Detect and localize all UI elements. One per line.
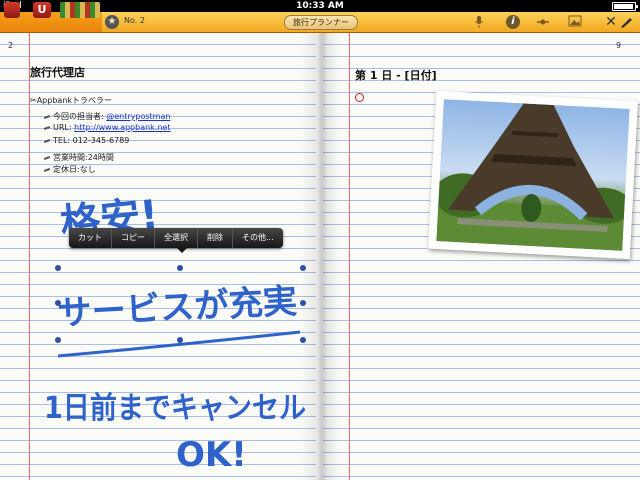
day-heading: 第 1 日 - [日付] xyxy=(355,69,437,82)
handwriting-line-4: OK! xyxy=(176,435,247,475)
handwriting-line-2: サービスが充実 xyxy=(56,281,298,334)
selection-handle[interactable] xyxy=(55,300,61,306)
menu-item-cut[interactable]: カット xyxy=(69,228,112,248)
handwriting-line-3: 1日前までキャンセル xyxy=(44,391,306,426)
selection-handle[interactable] xyxy=(300,300,306,306)
menu-item-select-all[interactable]: 全選択 xyxy=(155,228,198,248)
selection-handle[interactable] xyxy=(300,265,306,271)
pen-mark-icon xyxy=(355,93,364,102)
menu-item-more[interactable]: その他... xyxy=(233,228,283,248)
menu-item-delete[interactable]: 削除 xyxy=(198,228,233,248)
selection-handle[interactable] xyxy=(55,337,61,343)
eiffel-tower-photo xyxy=(436,99,630,251)
menu-item-copy[interactable]: コピー xyxy=(112,228,155,248)
context-menu-arrow xyxy=(177,248,187,253)
selection-handle[interactable] xyxy=(177,265,183,271)
photo-frame[interactable] xyxy=(428,90,638,260)
handwriting-underline xyxy=(57,330,301,358)
selection-handle[interactable] xyxy=(300,337,306,343)
edit-context-menu: カット コピー 全選択 削除 その他... xyxy=(69,228,283,248)
selection-handle[interactable] xyxy=(177,337,183,343)
selection-handle[interactable] xyxy=(55,265,61,271)
